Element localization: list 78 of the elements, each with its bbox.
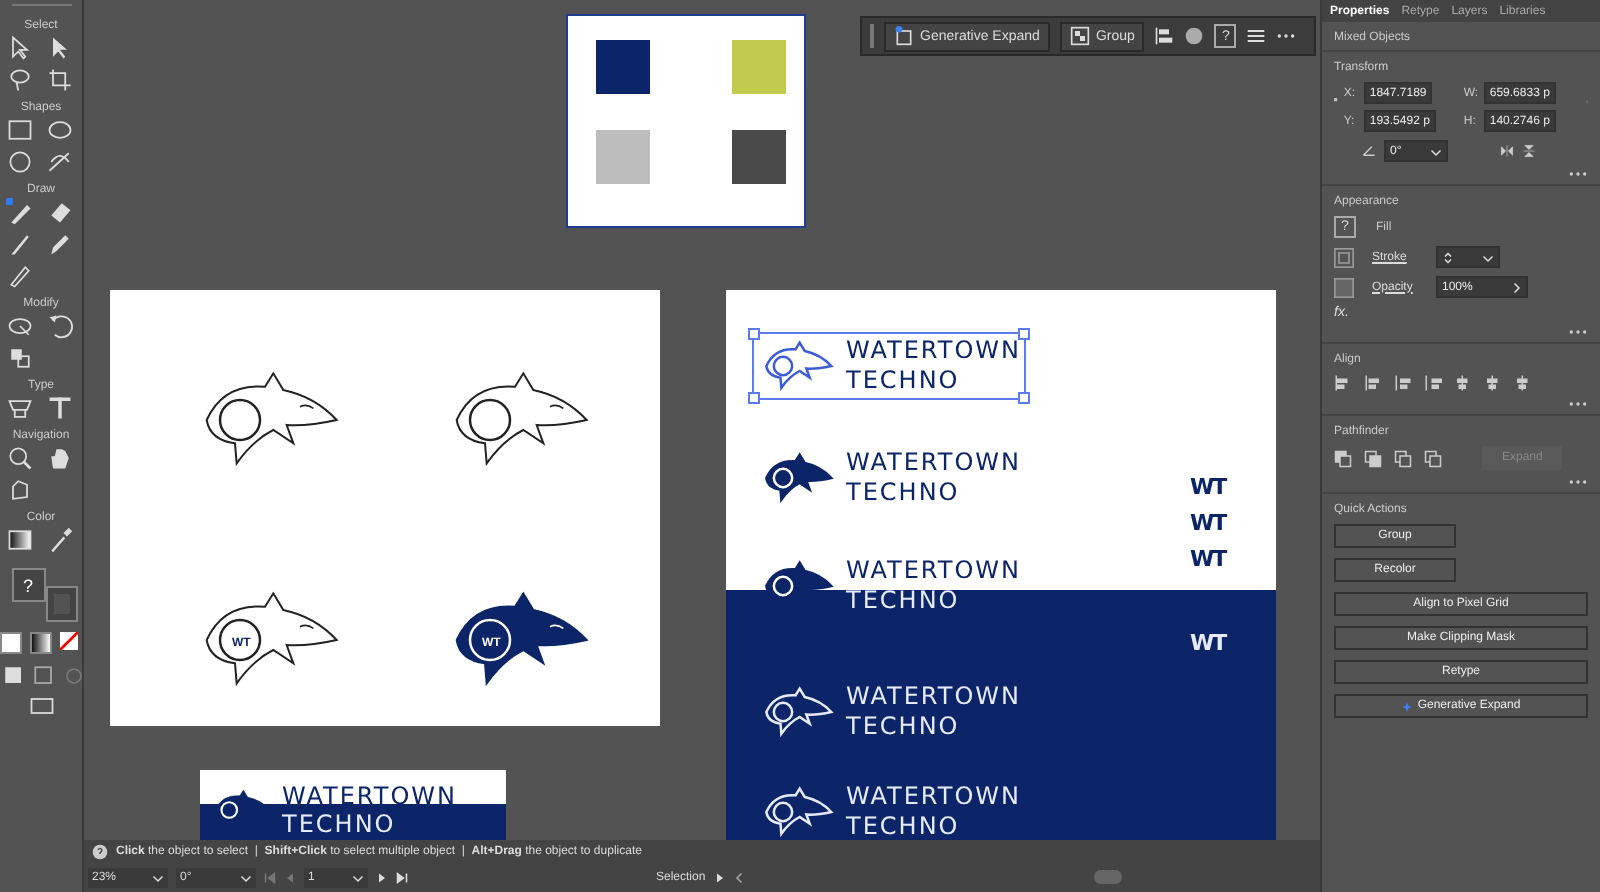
last-artboard-icon[interactable] bbox=[396, 871, 408, 883]
logo-text: TECHNO bbox=[846, 588, 962, 614]
type-tool-icon[interactable] bbox=[45, 394, 73, 422]
logo-text: TECHNO bbox=[846, 814, 962, 840]
screen-mode-icon[interactable] bbox=[27, 692, 55, 720]
none-icon[interactable] bbox=[60, 632, 78, 650]
logo-text: WATERTOWN bbox=[846, 784, 1021, 810]
logo-text: WATERTOWN bbox=[846, 558, 1021, 584]
chevron-icon bbox=[1510, 281, 1522, 293]
logo[interactable]: WATERTOWN TECHNO bbox=[754, 680, 1025, 744]
caret-icon bbox=[1482, 251, 1494, 263]
logo-text: WATERTOWN bbox=[846, 450, 1021, 476]
scrollbar-thumb[interactable] bbox=[1093, 870, 1122, 884]
polygon-icon[interactable] bbox=[5, 148, 33, 176]
caret-icon bbox=[1430, 145, 1442, 157]
logo-text: WATERTOWN bbox=[846, 338, 1021, 364]
logo[interactable]: WATERTOWN TECHNO bbox=[754, 780, 1025, 840]
flip-horizontal-icon[interactable] bbox=[1500, 144, 1514, 158]
scroll-left-icon[interactable] bbox=[733, 871, 746, 883]
play-icon[interactable] bbox=[713, 871, 726, 883]
monogram: WT bbox=[1190, 510, 1226, 536]
shaper-icon[interactable] bbox=[45, 148, 73, 176]
pen-icon[interactable] bbox=[5, 198, 33, 226]
spinner-icon bbox=[1442, 251, 1454, 263]
eyedropper-icon[interactable] bbox=[45, 526, 73, 554]
align-icon[interactable] bbox=[1154, 26, 1175, 46]
logo-text: TECHNO bbox=[846, 714, 962, 740]
align-icon[interactable] bbox=[1514, 374, 1532, 392]
ellipse-icon[interactable] bbox=[45, 116, 73, 144]
group-icon bbox=[1069, 26, 1090, 46]
align-icon[interactable] bbox=[1484, 374, 1502, 392]
menu-icon[interactable] bbox=[1246, 26, 1267, 46]
gradient-mode-icon[interactable] bbox=[30, 632, 52, 654]
eraser-icon[interactable] bbox=[45, 198, 73, 226]
logo-text: TECHNO bbox=[846, 368, 962, 394]
monogram: WT bbox=[1190, 630, 1226, 656]
warp-icon[interactable] bbox=[5, 312, 33, 340]
monogram: WT bbox=[1190, 474, 1226, 500]
opacity-icon[interactable] bbox=[1334, 277, 1354, 297]
logo-text: TECHNO bbox=[846, 480, 962, 506]
color-mode-icon[interactable] bbox=[0, 632, 22, 654]
logo-text: TECHNO bbox=[282, 812, 398, 836]
more-options-icon[interactable] bbox=[1568, 170, 1588, 178]
logo-text: WATERTOWN bbox=[846, 684, 1021, 710]
align-icon[interactable] bbox=[1424, 374, 1442, 392]
rotate-icon[interactable] bbox=[45, 312, 73, 340]
crop-icon[interactable] bbox=[45, 66, 73, 94]
gradient-icon[interactable] bbox=[5, 526, 33, 554]
caret-icon bbox=[240, 871, 252, 883]
stroke-swatch[interactable] bbox=[47, 588, 75, 620]
align-icon[interactable] bbox=[1394, 374, 1412, 392]
stroke-swatch-icon[interactable] bbox=[1334, 247, 1354, 267]
caret-icon bbox=[352, 871, 364, 883]
align-icon[interactable] bbox=[1454, 374, 1472, 392]
lasso-icon[interactable] bbox=[5, 66, 33, 94]
touch-type-icon[interactable] bbox=[5, 394, 33, 422]
flip-vertical-icon[interactable] bbox=[1522, 144, 1536, 158]
align-icon[interactable] bbox=[1364, 374, 1382, 392]
align-icon[interactable] bbox=[1334, 374, 1352, 392]
sparkle-image-icon bbox=[894, 26, 914, 46]
angle-icon bbox=[1362, 144, 1376, 158]
sparkle-icon bbox=[1401, 701, 1412, 711]
more-options-icon[interactable] bbox=[1568, 328, 1588, 336]
magnifier-icon[interactable] bbox=[5, 444, 33, 472]
next-artboard-icon[interactable] bbox=[376, 871, 388, 883]
stroke-weight-field[interactable] bbox=[1436, 246, 1500, 268]
rectangle-icon[interactable] bbox=[5, 116, 33, 144]
more-options-icon[interactable] bbox=[1568, 478, 1588, 486]
blob-brush-icon[interactable] bbox=[5, 262, 33, 290]
logo[interactable]: WATERTOWN TECHNO bbox=[754, 334, 1025, 398]
brush-icon[interactable] bbox=[5, 230, 33, 258]
caret-icon bbox=[152, 871, 164, 883]
more-options-icon[interactable] bbox=[1568, 400, 1588, 408]
logo-text: WATERTOWN bbox=[282, 784, 457, 808]
monogram: WT bbox=[1190, 546, 1226, 572]
logo[interactable]: WATERTOWN TECHNO bbox=[754, 446, 1025, 510]
logo[interactable]: WATERTOWN TECHNO bbox=[754, 554, 1025, 618]
fill-swatch[interactable]: ? bbox=[11, 568, 45, 602]
